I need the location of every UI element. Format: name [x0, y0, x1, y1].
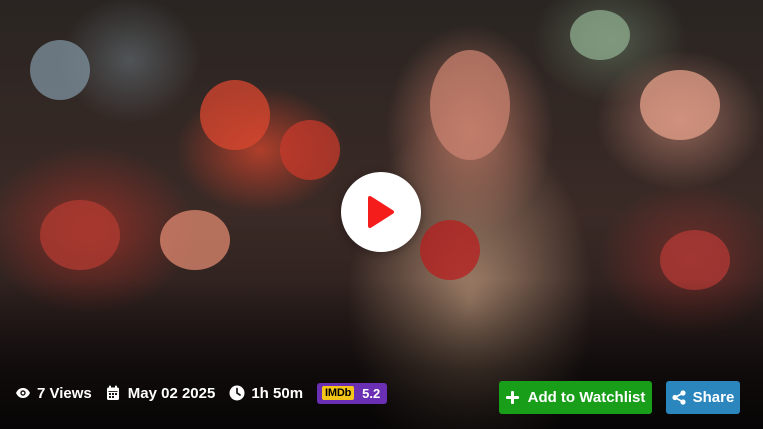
date-label: May 02 2025: [127, 384, 216, 402]
clock-icon: [229, 385, 245, 401]
views-label: 7 Views: [37, 384, 92, 402]
imdb-rating: 5.2: [362, 385, 381, 401]
play-icon: [368, 196, 394, 228]
release-date: May 02 2025: [106, 384, 216, 402]
share-label: Share: [692, 389, 735, 406]
video-meta: 7 Views May 02 2025 1h 50m IMDb 5.2: [15, 381, 388, 405]
add-to-watchlist-button[interactable]: Add to Watchlist: [499, 381, 652, 414]
share-icon: [672, 390, 686, 405]
views-count: 7 Views: [15, 385, 92, 402]
duration: 1h 50m: [229, 385, 303, 402]
plus-icon: [505, 391, 519, 404]
imdb-logo: IMDb: [322, 386, 355, 400]
imdb-rating-badge: IMDb 5.2: [317, 382, 388, 404]
share-button[interactable]: Share: [666, 381, 740, 414]
duration-label: 1h 50m: [251, 384, 304, 402]
calendar-icon: [106, 385, 122, 401]
eye-icon: [15, 385, 31, 401]
watchlist-label: Add to Watchlist: [527, 389, 646, 406]
video-player[interactable]: 7 Views May 02 2025 1h 50m IMDb 5.2 Add …: [0, 0, 763, 429]
play-button[interactable]: [341, 172, 421, 252]
